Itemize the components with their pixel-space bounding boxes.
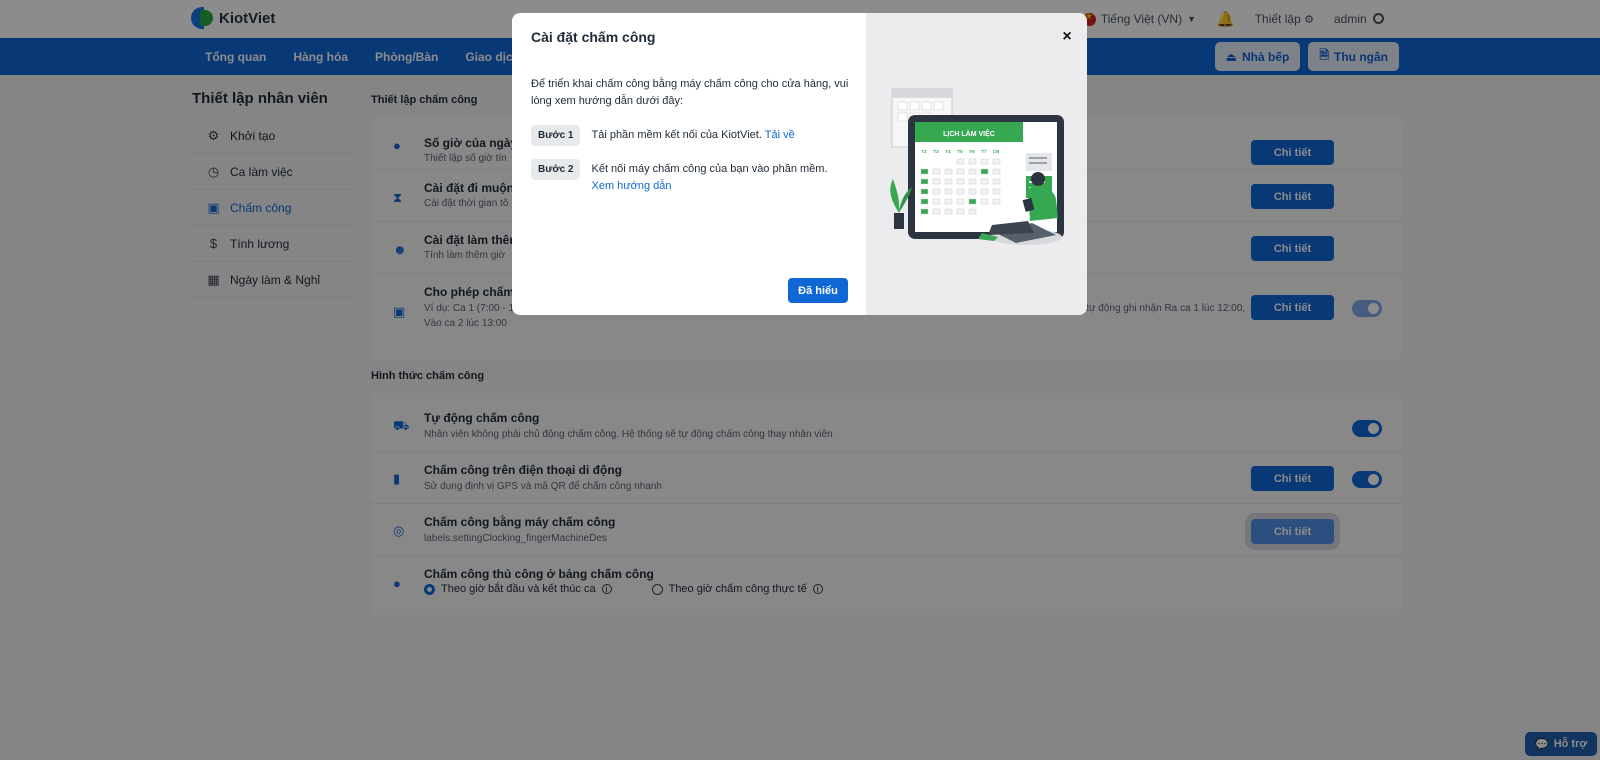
- day-label: T2: [921, 149, 927, 154]
- work-schedule-illustration: LỊCH LÀM VIỆC T2 T3 T4 T5 T6 T7 CN: [890, 88, 1064, 245]
- step-text: Kết nối máy chấm công của bạn vào phần m…: [591, 163, 828, 175]
- day-label: T4: [945, 149, 951, 154]
- day-label: T5: [957, 149, 963, 154]
- modal-intro: Để triển khai chấm công bằng máy chấm cô…: [531, 78, 849, 107]
- step-badge: Bước 1: [531, 125, 581, 146]
- day-label: T7: [981, 149, 987, 154]
- download-link[interactable]: Tải về: [765, 129, 795, 141]
- day-label: T3: [933, 149, 939, 154]
- modal-illustration-panel: × LỊCH LÀM VIỆC T2 T3 T4 T5 T6 T7 CN: [866, 13, 1087, 315]
- step-1: Bước 1 Tải phần mềm kết nối của KiotViet…: [531, 125, 856, 146]
- timekeeping-setup-modal: Cài đặt chấm công Để triển khai chấm côn…: [512, 13, 1087, 315]
- step-2: Bước 2 Kết nối máy chấm công của bạn vào…: [531, 159, 856, 195]
- day-label: T6: [969, 149, 975, 154]
- illustration-title: LỊCH LÀM VIỆC: [943, 129, 995, 138]
- day-label: CN: [993, 149, 1000, 154]
- step-badge: Bước 2: [531, 159, 581, 180]
- understood-button[interactable]: Đã hiểu: [788, 278, 848, 303]
- guide-link[interactable]: Xem hướng dẫn: [591, 180, 671, 192]
- close-icon[interactable]: ×: [1057, 27, 1077, 47]
- modal-title: Cài đặt chấm công: [531, 29, 656, 45]
- step-text: Tải phần mềm kết nối của KiotViet.: [591, 129, 762, 141]
